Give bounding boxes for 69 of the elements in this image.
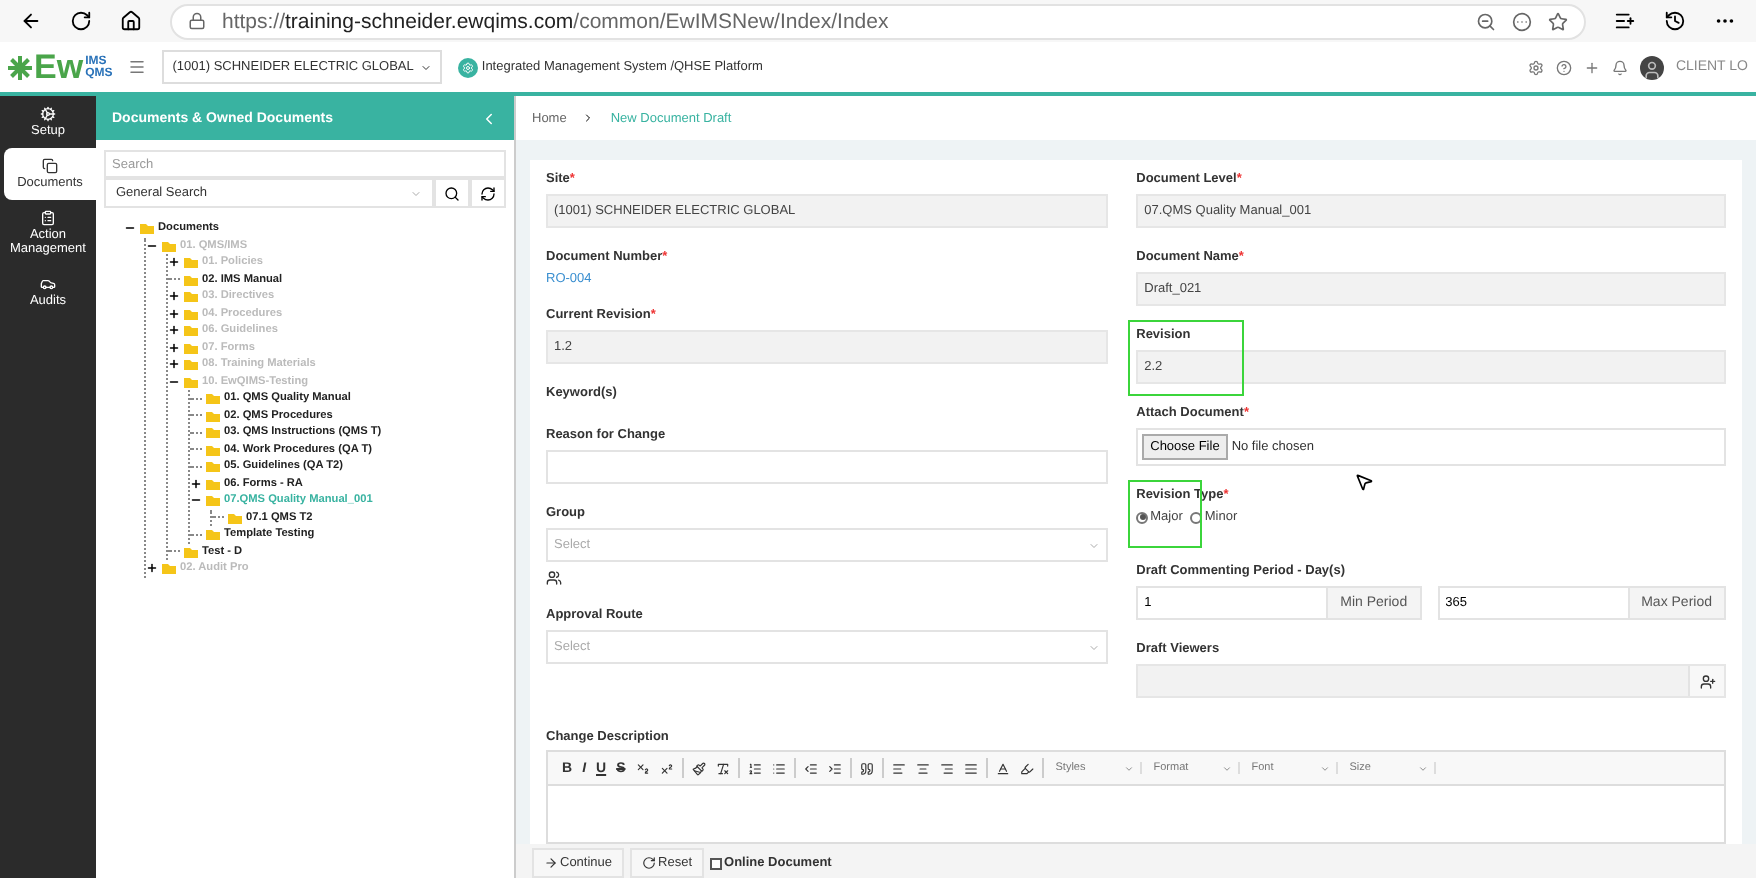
superscript-icon[interactable] (657, 761, 676, 775)
align-left-icon[interactable] (889, 761, 908, 775)
copy-icon (42, 158, 58, 174)
quote-icon[interactable] (857, 761, 876, 775)
collapse-toggle-icon[interactable] (124, 222, 136, 235)
caret-icon (419, 61, 432, 73)
search-button[interactable] (434, 178, 470, 208)
gear-icon (40, 106, 56, 122)
radio-button[interactable] (1136, 511, 1149, 523)
chevron-icon (582, 112, 595, 124)
collapse-toggle-icon[interactable] (190, 494, 202, 507)
justify-icon[interactable] (961, 761, 980, 775)
expand-toggle-icon[interactable] (168, 256, 180, 269)
expand-toggle-icon[interactable] (168, 358, 180, 371)
radio-button[interactable] (1190, 511, 1203, 523)
lock-icon[interactable] (188, 12, 206, 30)
search-icon (444, 185, 460, 201)
add-user-icon (1699, 673, 1715, 689)
expand-toggle-icon[interactable] (168, 290, 180, 303)
expand-toggle-icon[interactable] (146, 562, 158, 575)
collapse-toggle-icon[interactable] (146, 239, 158, 252)
expand-toggle-icon[interactable] (168, 307, 180, 320)
home-icon[interactable] (120, 10, 142, 32)
viewers-field[interactable] (1136, 664, 1726, 698)
cursor-icon (1354, 472, 1374, 492)
add-icon[interactable] (1583, 59, 1600, 75)
caret-icon (1319, 763, 1330, 773)
indent-icon[interactable] (825, 761, 844, 775)
group-icon[interactable] (546, 570, 562, 586)
caret-icon (1417, 763, 1428, 773)
clipboard-icon (40, 210, 56, 226)
checkbox[interactable] (710, 857, 723, 869)
subscript-icon[interactable] (633, 761, 652, 775)
collapse-toggle-icon[interactable] (168, 375, 180, 388)
clear-format-icon[interactable] (713, 761, 732, 775)
settings-icon[interactable] (1527, 59, 1544, 75)
reload-icon (642, 856, 657, 870)
text-color-icon[interactable] (993, 761, 1012, 775)
align-right-icon[interactable] (937, 761, 956, 775)
numbered-list-icon[interactable] (745, 761, 764, 775)
zoom-out-icon[interactable] (1476, 11, 1496, 31)
refresh-icon (480, 185, 496, 201)
gear-icon (457, 57, 478, 77)
arrow-icon (544, 856, 558, 870)
star-icon[interactable] (1548, 11, 1568, 31)
history-icon[interactable] (1664, 10, 1686, 32)
caret-icon (1123, 763, 1134, 773)
refresh-button[interactable] (470, 178, 506, 208)
bell-icon[interactable] (1611, 59, 1628, 75)
outdent-icon[interactable] (801, 761, 820, 775)
input-field[interactable] (546, 450, 1109, 484)
caret-icon (410, 187, 422, 199)
highlighter-icon[interactable] (1017, 761, 1036, 775)
caret-icon (1088, 641, 1101, 653)
help-icon[interactable] (1555, 59, 1572, 75)
car-icon (40, 276, 56, 292)
caret-icon (1221, 763, 1232, 773)
align-center-icon[interactable] (913, 761, 932, 775)
add-user-button[interactable] (1688, 666, 1724, 696)
caret-icon (1088, 539, 1101, 551)
expand-toggle-icon[interactable] (168, 341, 180, 354)
brush-icon[interactable] (689, 761, 708, 775)
reload-icon[interactable] (70, 10, 92, 32)
back-icon[interactable] (20, 10, 42, 32)
avatar[interactable] (1639, 55, 1664, 79)
expand-toggle-icon[interactable] (168, 324, 180, 337)
more-icon[interactable] (1512, 11, 1532, 31)
expand-toggle-icon[interactable] (190, 477, 202, 490)
favorites-icon[interactable] (1614, 10, 1636, 32)
